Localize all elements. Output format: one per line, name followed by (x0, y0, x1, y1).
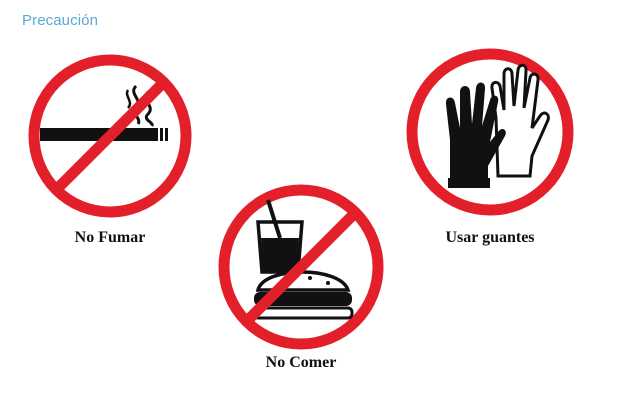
section-title: Precaución (22, 12, 99, 29)
no-smoking-sign (24, 50, 196, 222)
no-smoking-label: No Fumar (74, 229, 146, 246)
no-eating-icon (218, 184, 384, 350)
gloves-sign (402, 44, 578, 220)
gloves-label: Usar guantes (445, 229, 535, 246)
no-smoking-icon (28, 54, 192, 218)
no-eating-sign (214, 180, 388, 354)
no-eating-label: No Comer (265, 354, 337, 371)
gloves-icon (406, 48, 574, 216)
